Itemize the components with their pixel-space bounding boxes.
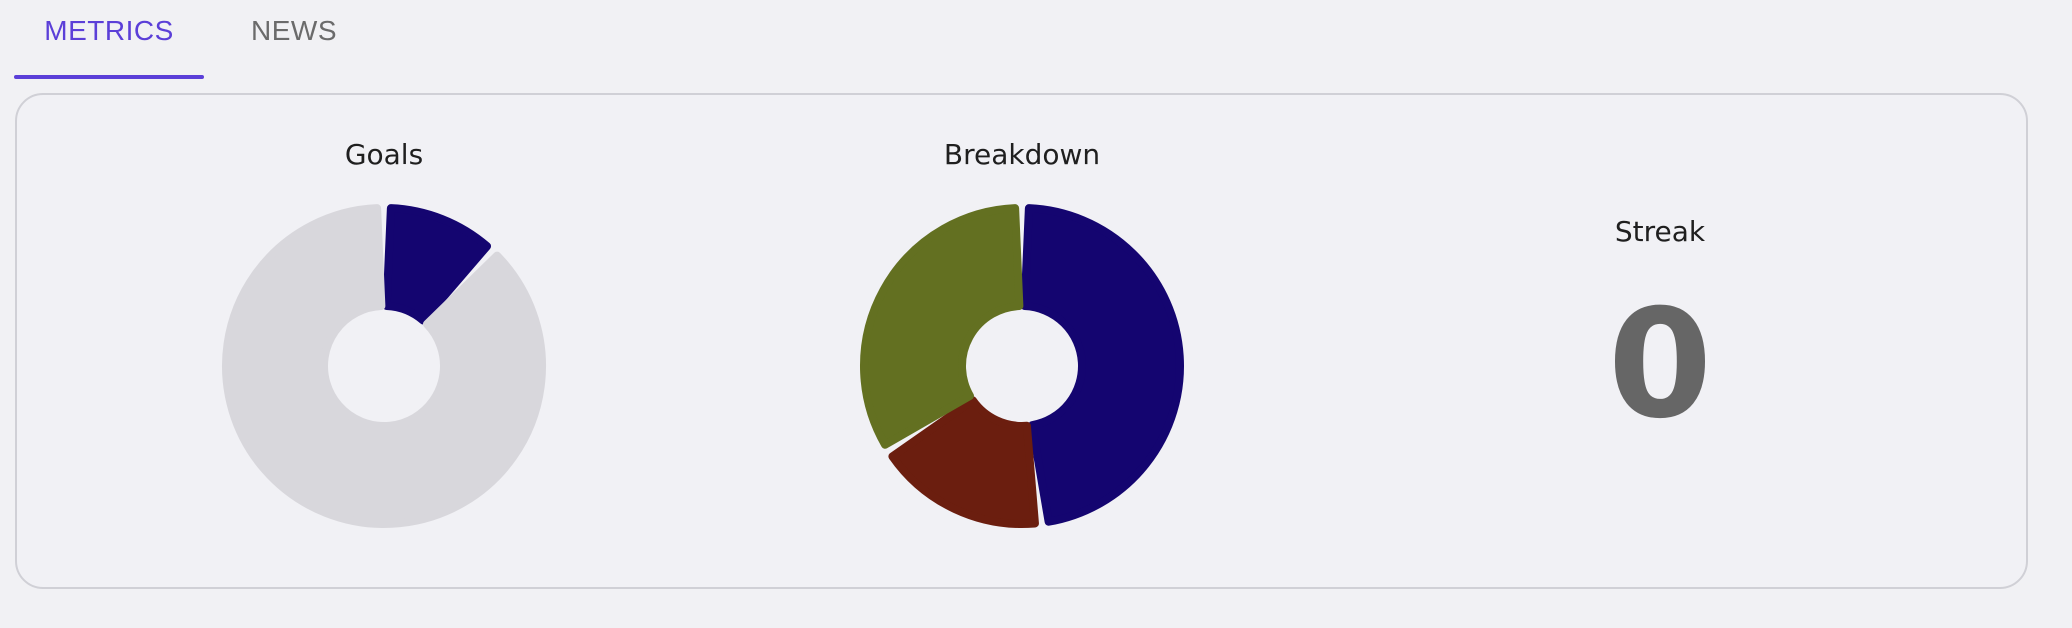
goals-slice-2	[222, 204, 546, 528]
tab-news[interactable]: NEWS	[232, 14, 356, 66]
tab-bar: METRICS NEWS	[0, 0, 2072, 80]
streak-title: Streak	[1614, 215, 1706, 248]
breakdown-slice-1	[1020, 204, 1184, 526]
breakdown-slice-3	[860, 204, 1024, 449]
goals-donut-chart	[222, 204, 546, 528]
goals-title: Goals	[344, 138, 424, 171]
breakdown-donut-chart	[860, 204, 1184, 528]
tab-metrics[interactable]: METRICS	[14, 14, 204, 66]
breakdown-title: Breakdown	[943, 138, 1101, 171]
active-tab-indicator	[14, 75, 204, 79]
streak-value: 0	[1607, 278, 1713, 452]
